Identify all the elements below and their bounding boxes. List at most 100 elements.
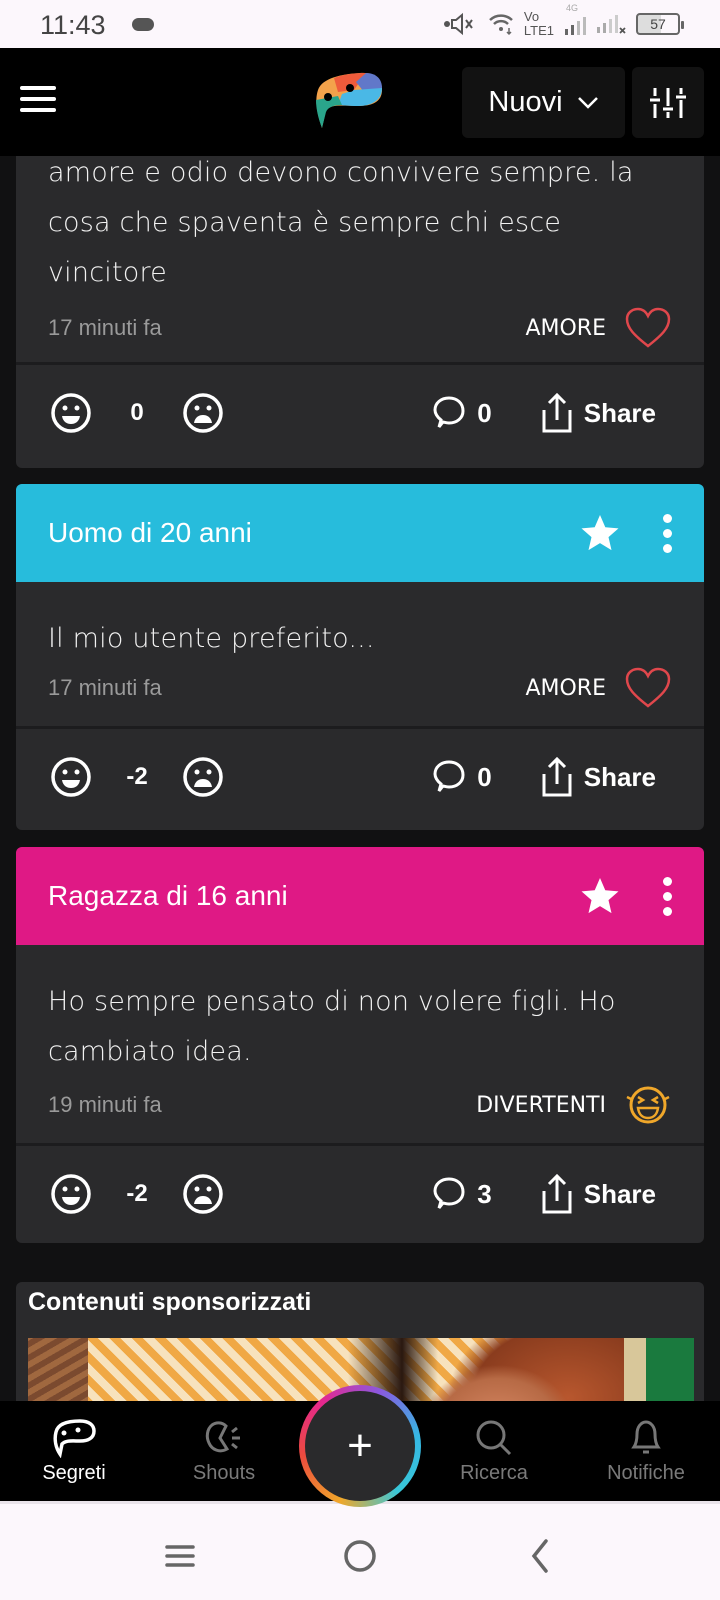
sponsored-section: Contenuti sponsorizzati [16,1282,704,1401]
search-icon [476,1420,512,1455]
secrets-bubble-icon [53,1418,96,1458]
more-options-icon[interactable] [662,513,672,553]
post-score: 0 [130,399,144,426]
post-category[interactable]: DIVERTENTI [476,1083,672,1127]
share-icon [542,1173,572,1214]
post-meta: 19 minuti fa DIVERTENTI [48,1083,672,1127]
filter-button[interactable] [632,67,704,138]
filter-sliders-icon [650,87,686,118]
post-header[interactable]: Ragazza di 16 anni [16,847,704,945]
new-post-button[interactable]: + [299,1385,421,1507]
post-meta: 17 minuti fa AMORE [48,666,672,710]
app-logo[interactable] [312,70,388,132]
menu-icon-line [20,97,56,101]
comments-button[interactable]: 3 [431,1176,492,1212]
signal-sim1-icon: 4G [564,3,586,35]
post-text: amore e odio devono convivere sempre. la… [48,157,634,288]
comment-bubble-icon [433,396,465,428]
post-time: 17 minuti fa [48,315,162,340]
post-meta: 17 minuti fa AMORE [48,306,672,350]
comment-count: 0 [477,397,492,428]
downvote-button[interactable] [182,392,224,434]
comment-bubble-icon [433,760,465,792]
star-icon[interactable] [580,876,620,916]
sort-dropdown[interactable]: Nuovi [462,67,625,138]
recents-button[interactable] [160,1536,200,1576]
upvote-button[interactable] [50,1173,92,1215]
post-time: 19 minuti fa [48,1092,162,1117]
menu-button[interactable] [20,86,56,116]
mute-icon [443,12,473,36]
nav-label: Ricerca [460,1461,528,1484]
star-icon[interactable] [580,513,620,553]
post-category[interactable]: AMORE [525,307,672,349]
share-icon [542,756,572,797]
network-label: Vo LTE1 [523,9,554,38]
more-options-icon[interactable] [662,876,672,916]
nav-segreti[interactable]: Segreti [14,1401,134,1501]
nav-label: Shouts [192,1461,256,1484]
upvote-button[interactable] [50,756,92,798]
recents-icon [165,1545,195,1567]
happy-face-icon [51,757,91,797]
share-label: Share [583,761,656,792]
comments-button[interactable]: 0 [431,759,492,795]
category-label: AMORE [525,315,606,341]
bottom-navigation: Segreti Shouts + Ricerca Notifiche [0,1385,720,1507]
share-button[interactable]: Share [540,1173,656,1215]
post-author: Uomo di 20 anni [48,517,252,548]
sad-face-icon [183,1174,223,1214]
post-score: -2 [126,763,148,790]
share-button[interactable]: Share [540,392,656,434]
post-text: Ho sempre pensato di non volere figli. H… [48,986,616,1067]
happy-face-icon [51,1174,91,1214]
post-header[interactable]: Uomo di 20 anni [16,484,704,582]
share-label: Share [583,397,656,428]
post-actions: 0 0 Share [16,365,704,461]
plus-icon: + [305,1391,415,1501]
cloud-icon [132,18,154,31]
sort-label: Nuovi [488,86,563,118]
nav-ricerca[interactable]: Ricerca [434,1401,554,1501]
nav-notifiche[interactable]: Notifiche [584,1401,708,1501]
post-body[interactable]: amore e odio devono convivere sempre. la… [16,156,704,350]
post-body[interactable]: Ho sempre pensato di non volere figli. H… [16,945,704,1127]
sad-face-icon [183,393,223,433]
wifi-icon [489,14,513,36]
post-score: -2 [126,1180,148,1207]
shouts-icon [205,1420,240,1452]
feed[interactable]: amore e odio devono convivere sempre. la… [0,156,720,1401]
heart-outline-icon [625,307,671,348]
status-time: 11:43 [40,10,106,40]
comment-count: 0 [477,761,492,792]
downvote-button[interactable] [182,756,224,798]
downvote-button[interactable] [182,1173,224,1215]
post-category[interactable]: AMORE [525,667,672,709]
heart-outline-icon [625,667,671,708]
post-body[interactable]: Il mio utente preferito... 17 minuti fa … [16,582,704,710]
nav-label: Notifiche [607,1461,685,1484]
signal-sim2-icon [597,15,626,34]
chevron-down-icon [577,96,598,109]
post-text: Il mio utente preferito... [48,623,375,654]
status-bar: 11:43 Vo LTE1 4G 57 [0,0,720,48]
comment-bubble-icon [433,1177,465,1209]
menu-icon-line [20,86,56,90]
top-app-bar: Nuovi [0,48,720,156]
battery-indicator: 57 [636,13,684,35]
nav-shouts[interactable]: Shouts [164,1401,284,1501]
post-card: Ragazza di 16 anni Ho sempre pensato di … [16,847,704,1243]
share-icon [542,392,572,433]
laughing-face-icon [626,1086,670,1124]
back-button[interactable] [520,1536,560,1576]
home-icon [344,1540,376,1572]
upvote-button[interactable] [50,392,92,434]
comments-button[interactable]: 0 [431,395,492,431]
category-label: AMORE [525,675,606,701]
home-button[interactable] [340,1536,380,1576]
happy-face-icon [51,393,91,433]
share-button[interactable]: Share [540,756,656,798]
category-label: DIVERTENTI [476,1092,606,1118]
nav-label: Segreti [42,1461,106,1484]
sponsored-label: Contenuti sponsorizzati [28,1288,312,1316]
